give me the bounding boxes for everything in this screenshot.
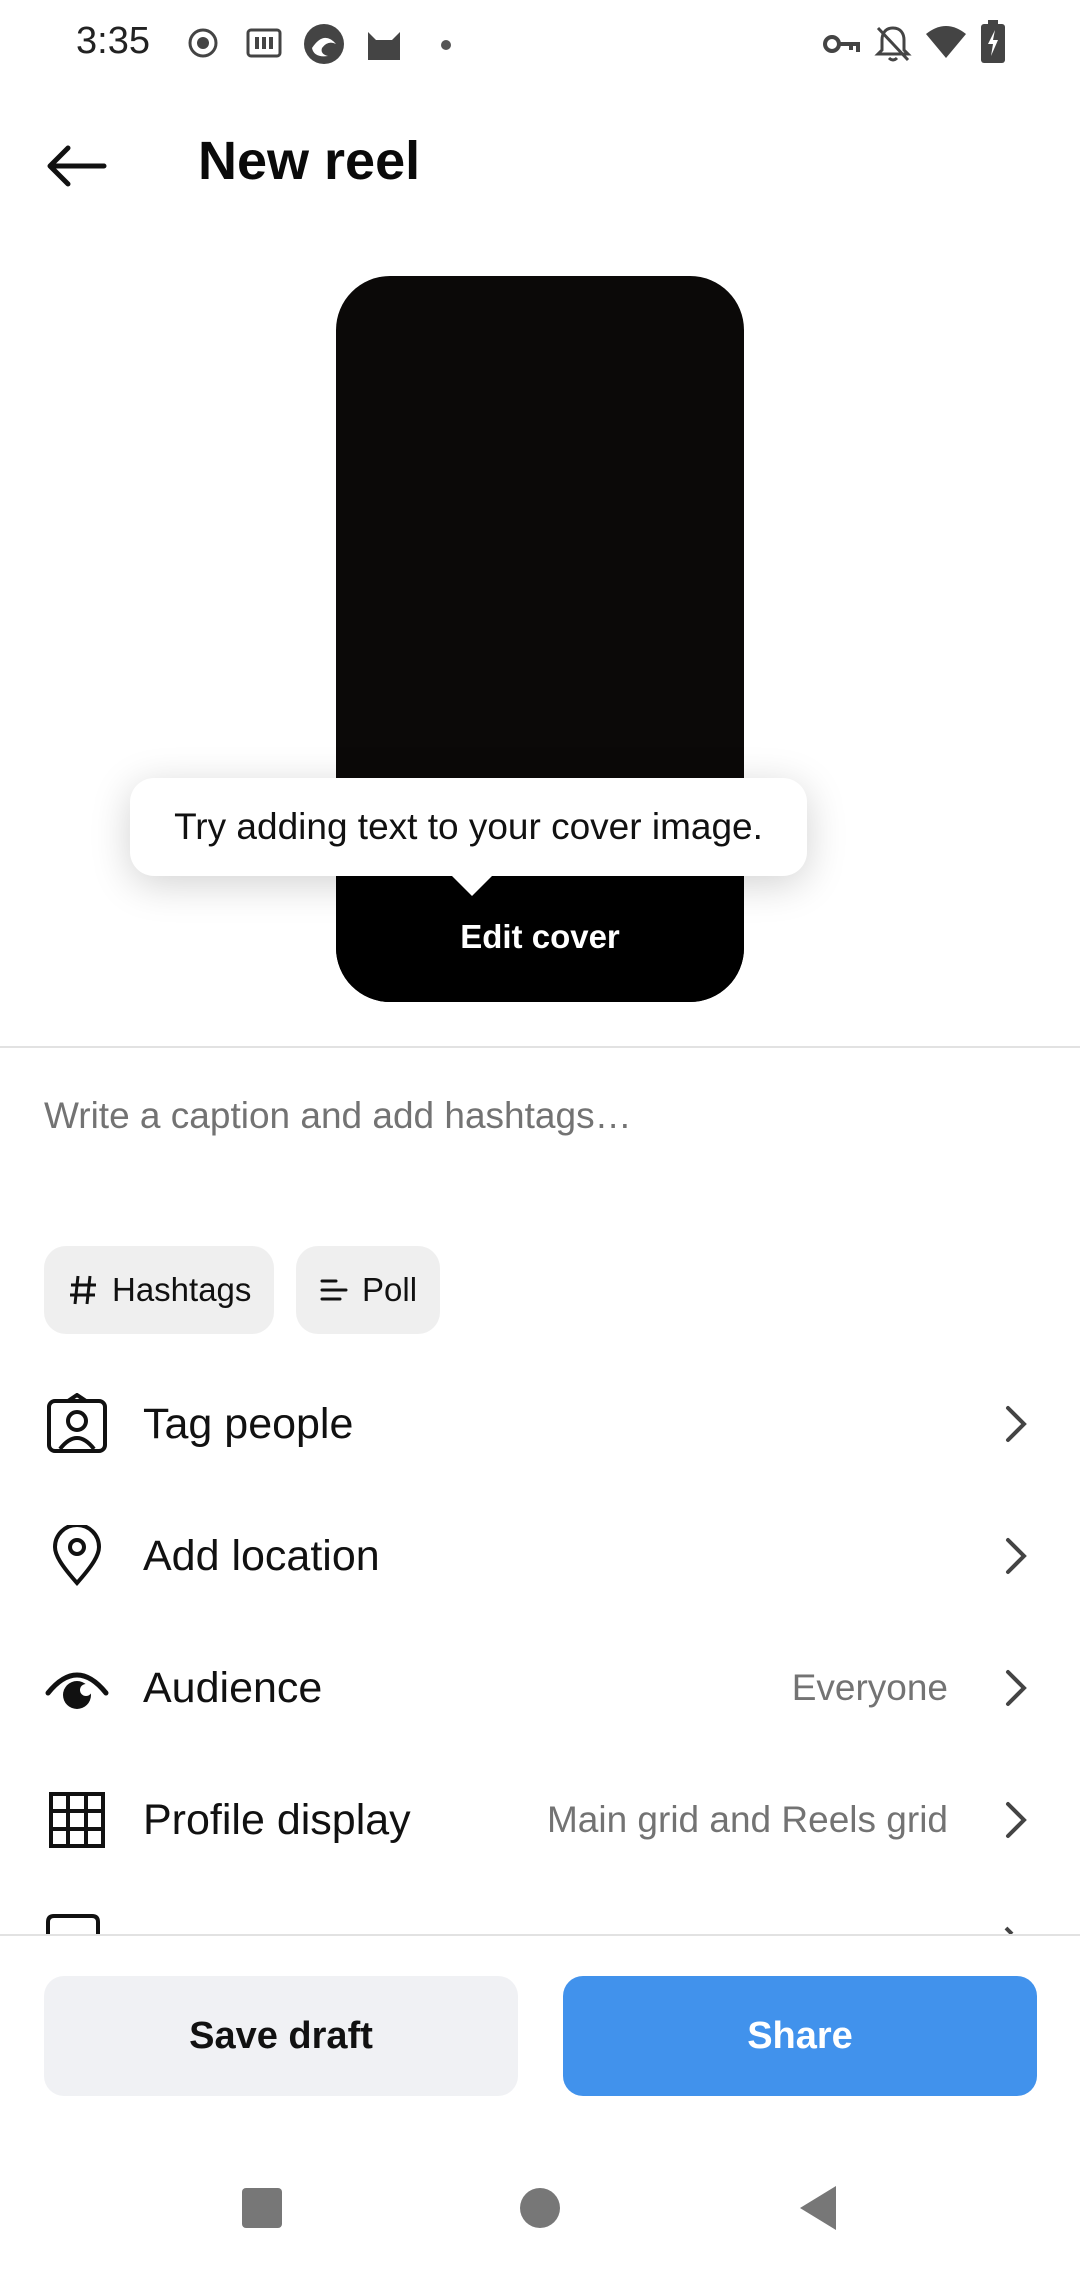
add-location-row[interactable]: Add location <box>0 1490 1080 1622</box>
chevron-right-icon <box>996 1668 1036 1708</box>
circle-icon <box>518 2186 562 2235</box>
poll-icon <box>320 1277 348 1303</box>
divider <box>0 1046 1080 1048</box>
recents-button[interactable] <box>222 2170 302 2250</box>
bottom-action-bar: Save draft Share <box>0 1934 1080 2114</box>
eye-icon <box>44 1655 110 1721</box>
bell-off-icon <box>874 24 912 69</box>
battery-charging-icon <box>980 20 1006 69</box>
audience-row[interactable]: Audience Everyone <box>0 1622 1080 1754</box>
cover-preview[interactable]: Edit cover <box>336 276 744 1002</box>
status-time: 3:35 <box>76 20 150 62</box>
record-icon <box>186 26 220 65</box>
chevron-right-icon <box>996 1800 1036 1840</box>
home-button[interactable] <box>500 2170 580 2250</box>
system-nav-bar <box>0 2140 1080 2280</box>
app-header: New reel <box>0 88 1080 238</box>
status-bar: 3:35 <box>0 0 1080 88</box>
edit-cover-button[interactable]: Edit cover <box>336 918 744 956</box>
hashtags-chip[interactable]: Hashtags <box>44 1246 274 1334</box>
grid-icon <box>44 1787 110 1853</box>
location-pin-icon <box>44 1523 110 1589</box>
tooltip-arrow <box>450 874 494 896</box>
tooltip-text: Try adding text to your cover image. <box>174 806 763 847</box>
profile-display-value: Main grid and Reels grid <box>546 1799 948 1840</box>
back-button[interactable] <box>36 128 116 208</box>
poll-chip[interactable]: Poll <box>296 1246 440 1334</box>
chip-label: Hashtags <box>112 1271 252 1308</box>
vpn-key-icon <box>822 30 862 63</box>
save-draft-button[interactable]: Save draft <box>44 1976 518 2096</box>
row-label: Audience <box>143 1663 323 1712</box>
chevron-right-icon <box>996 1536 1036 1576</box>
next-row-peek <box>0 1910 1080 1934</box>
profile-display-row[interactable]: Profile display Main grid and Reels grid <box>0 1754 1080 1886</box>
dot-icon <box>440 38 452 56</box>
audience-value: Everyone <box>791 1667 948 1708</box>
wifi-icon <box>924 24 968 65</box>
tag-person-icon <box>44 1391 110 1457</box>
cat-icon <box>364 24 404 67</box>
chip-label: Poll <box>362 1271 418 1308</box>
arrow-left-icon <box>44 144 108 193</box>
cover-tooltip: Try adding text to your cover image. <box>130 778 807 876</box>
page-title: New reel <box>198 131 421 191</box>
edge-icon <box>302 22 346 71</box>
row-label: Profile display <box>143 1795 411 1844</box>
row-label: Add location <box>143 1531 380 1580</box>
square-icon <box>240 2186 284 2235</box>
triangle-back-icon <box>796 2184 840 2237</box>
caption-input[interactable] <box>44 1095 1034 1137</box>
tag-people-row[interactable]: Tag people <box>0 1358 1080 1490</box>
iqiyi-icon <box>246 28 282 63</box>
row-label: Tag people <box>143 1399 354 1448</box>
chevron-right-icon <box>996 1404 1036 1444</box>
hash-icon <box>68 1274 98 1306</box>
share-button[interactable]: Share <box>563 1976 1037 2096</box>
back-nav-button[interactable] <box>778 2170 858 2250</box>
